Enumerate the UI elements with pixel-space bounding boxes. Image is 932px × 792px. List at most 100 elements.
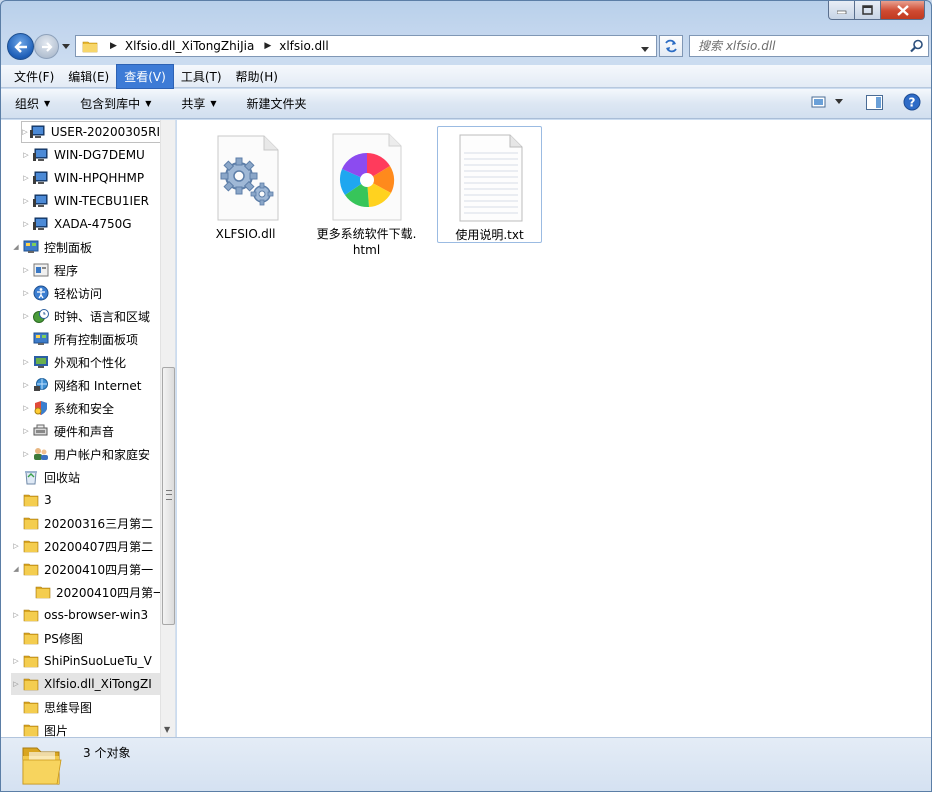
expand-arrow-icon[interactable]: ▷ xyxy=(21,312,31,320)
folder-icon xyxy=(23,630,39,646)
nav-item[interactable]: ▷ 程序 xyxy=(21,259,161,281)
share-button[interactable]: 共享 ▼ xyxy=(181,95,216,112)
view-options-dropdown[interactable] xyxy=(835,99,844,105)
minimize-button[interactable] xyxy=(828,1,855,20)
expand-arrow-icon[interactable]: ▷ xyxy=(21,174,31,182)
file-item-selected[interactable]: 使用说明.txt xyxy=(437,126,542,243)
folder-icon xyxy=(35,584,51,600)
menu-file[interactable]: 文件(F) xyxy=(7,65,61,88)
help-icon: ? xyxy=(903,93,921,111)
expand-arrow-icon[interactable]: ▷ xyxy=(22,128,28,136)
search-box[interactable] xyxy=(689,35,929,57)
scroll-down-arrow[interactable]: ▼ xyxy=(164,725,170,734)
breadcrumb-item[interactable]: xlfsio.dll xyxy=(279,39,328,53)
nav-item[interactable]: ▷ 20200407四月第二 xyxy=(11,535,161,557)
include-library-label: 包含到库中 xyxy=(80,97,141,111)
computer-icon xyxy=(33,193,49,209)
expand-arrow-icon[interactable]: ▷ xyxy=(11,611,21,619)
help-button[interactable]: ? xyxy=(903,93,921,111)
search-input[interactable] xyxy=(698,39,898,53)
refresh-button[interactable] xyxy=(659,35,683,57)
expand-arrow-icon[interactable]: ▷ xyxy=(21,289,31,297)
close-button[interactable] xyxy=(881,1,925,20)
new-folder-button[interactable]: 新建文件夹 xyxy=(247,95,307,112)
nav-item[interactable]: ▷ 硬件和声音 xyxy=(21,420,161,442)
hardware-icon xyxy=(33,423,49,439)
nav-item[interactable]: ▷ WIN-DG7DEMU xyxy=(21,144,161,166)
recent-pages-dropdown[interactable] xyxy=(62,39,71,53)
nav-item[interactable]: ▷ 轻松访问 xyxy=(21,282,161,304)
address-bar[interactable]: ▶ Xlfsio.dll_XiTongZhiJia ▶ xlfsio.dll xyxy=(75,35,657,57)
address-dropdown[interactable] xyxy=(641,42,650,56)
nav-item[interactable]: ▷ XADA-4750G xyxy=(21,213,161,235)
expand-arrow-icon[interactable]: ▷ xyxy=(11,657,21,665)
nav-item[interactable]: ▷ oss-browser-win3 xyxy=(11,604,161,626)
file-item[interactable]: XLFSIO.dll xyxy=(193,126,298,242)
forward-button[interactable] xyxy=(34,34,59,59)
expand-arrow-icon[interactable]: ◢ xyxy=(11,565,21,573)
nav-item[interactable]: 回收站 xyxy=(11,466,161,488)
close-icon xyxy=(896,4,909,16)
nav-item-label: 网络和 Internet xyxy=(54,378,142,393)
preview-pane-button[interactable] xyxy=(866,94,883,110)
organize-button[interactable]: 组织 ▼ xyxy=(15,95,50,112)
breadcrumb-separator[interactable]: ▶ xyxy=(264,41,271,51)
nav-item[interactable]: ▷ Xlfsio.dll_XiTongZI xyxy=(11,673,161,695)
scrollbar-thumb[interactable] xyxy=(162,367,175,625)
menu-view[interactable]: 查看(V) xyxy=(116,63,174,89)
file-item[interactable]: 更多系统软件下载.html xyxy=(314,126,419,258)
breadcrumb-separator[interactable]: ▶ xyxy=(110,41,117,51)
nav-item[interactable]: ▷ WIN-TECBU1IER xyxy=(21,190,161,212)
expand-arrow-icon[interactable]: ▷ xyxy=(21,358,31,366)
new-folder-label: 新建文件夹 xyxy=(246,97,307,111)
recycle-bin-icon xyxy=(23,469,39,485)
expand-arrow-icon[interactable]: ◢ xyxy=(11,243,21,251)
nav-item[interactable]: ▷ 时钟、语言和区域 xyxy=(21,305,161,327)
nav-item[interactable]: ▷ 用户帐户和家庭安 xyxy=(21,443,161,465)
nav-item-label: WIN-HPQHHMP xyxy=(54,171,145,185)
expand-arrow-icon[interactable]: ▷ xyxy=(21,381,31,389)
nav-item-label: 20200410四月第一 xyxy=(56,585,166,600)
nav-item[interactable]: ▷ ShiPinSuoLueTu_V xyxy=(11,650,161,672)
maximize-button[interactable] xyxy=(855,1,881,20)
expand-arrow-icon[interactable]: ▷ xyxy=(21,450,31,458)
chevron-down-icon xyxy=(62,44,70,49)
nav-item[interactable]: PS修图 xyxy=(11,627,161,649)
menu-edit[interactable]: 编辑(E) xyxy=(61,65,116,88)
expand-arrow-icon[interactable]: ▷ xyxy=(21,427,31,435)
nav-item-label: XADA-4750G xyxy=(54,217,132,231)
item-count: 3 个对象 xyxy=(83,746,131,760)
search-icon[interactable] xyxy=(910,39,924,53)
expand-arrow-icon[interactable]: ▷ xyxy=(21,404,31,412)
nav-item[interactable]: ▷ 外观和个性化 xyxy=(21,351,161,373)
include-in-library-button[interactable]: 包含到库中 ▼ xyxy=(80,95,151,112)
nav-item[interactable]: 图片 xyxy=(11,719,161,737)
nav-item-label: 轻松访问 xyxy=(54,286,103,301)
back-button[interactable] xyxy=(7,33,34,60)
nav-item[interactable]: 思维导图 xyxy=(11,696,161,718)
nav-item[interactable]: ◢ 20200410四月第一 xyxy=(11,558,161,580)
nav-item[interactable]: 20200410四月第一 xyxy=(33,581,165,603)
menu-tools[interactable]: 工具(T) xyxy=(174,65,229,88)
nav-item[interactable]: ◢ 控制面板 xyxy=(11,236,161,258)
navigation-scrollbar[interactable]: ▼ xyxy=(160,120,175,737)
nav-item[interactable]: 20200316三月第二 xyxy=(11,512,161,534)
folder-icon xyxy=(23,492,39,508)
nav-item[interactable]: ▷ USER-20200305RI xyxy=(21,121,161,143)
expand-arrow-icon[interactable]: ▷ xyxy=(21,151,31,159)
menu-help[interactable]: 帮助(H) xyxy=(229,65,285,88)
nav-item-label: Xlfsio.dll_XiTongZI xyxy=(44,677,152,691)
nav-item[interactable]: ▷ WIN-HPQHHMP xyxy=(21,167,161,189)
breadcrumb-item[interactable]: Xlfsio.dll_XiTongZhiJia xyxy=(125,39,254,53)
nav-item[interactable]: 所有控制面板项 xyxy=(21,328,161,350)
expand-arrow-icon[interactable]: ▷ xyxy=(21,220,31,228)
nav-item[interactable]: ▷ 系统和安全 xyxy=(21,397,161,419)
computer-icon xyxy=(33,216,49,232)
change-view-button[interactable] xyxy=(811,95,827,109)
expand-arrow-icon[interactable]: ▷ xyxy=(11,542,21,550)
expand-arrow-icon[interactable]: ▷ xyxy=(21,197,31,205)
expand-arrow-icon[interactable]: ▷ xyxy=(11,680,21,688)
nav-item[interactable]: 3 xyxy=(11,489,161,511)
nav-item[interactable]: ▷ 网络和 Internet xyxy=(21,374,161,396)
expand-arrow-icon[interactable]: ▷ xyxy=(21,266,31,274)
